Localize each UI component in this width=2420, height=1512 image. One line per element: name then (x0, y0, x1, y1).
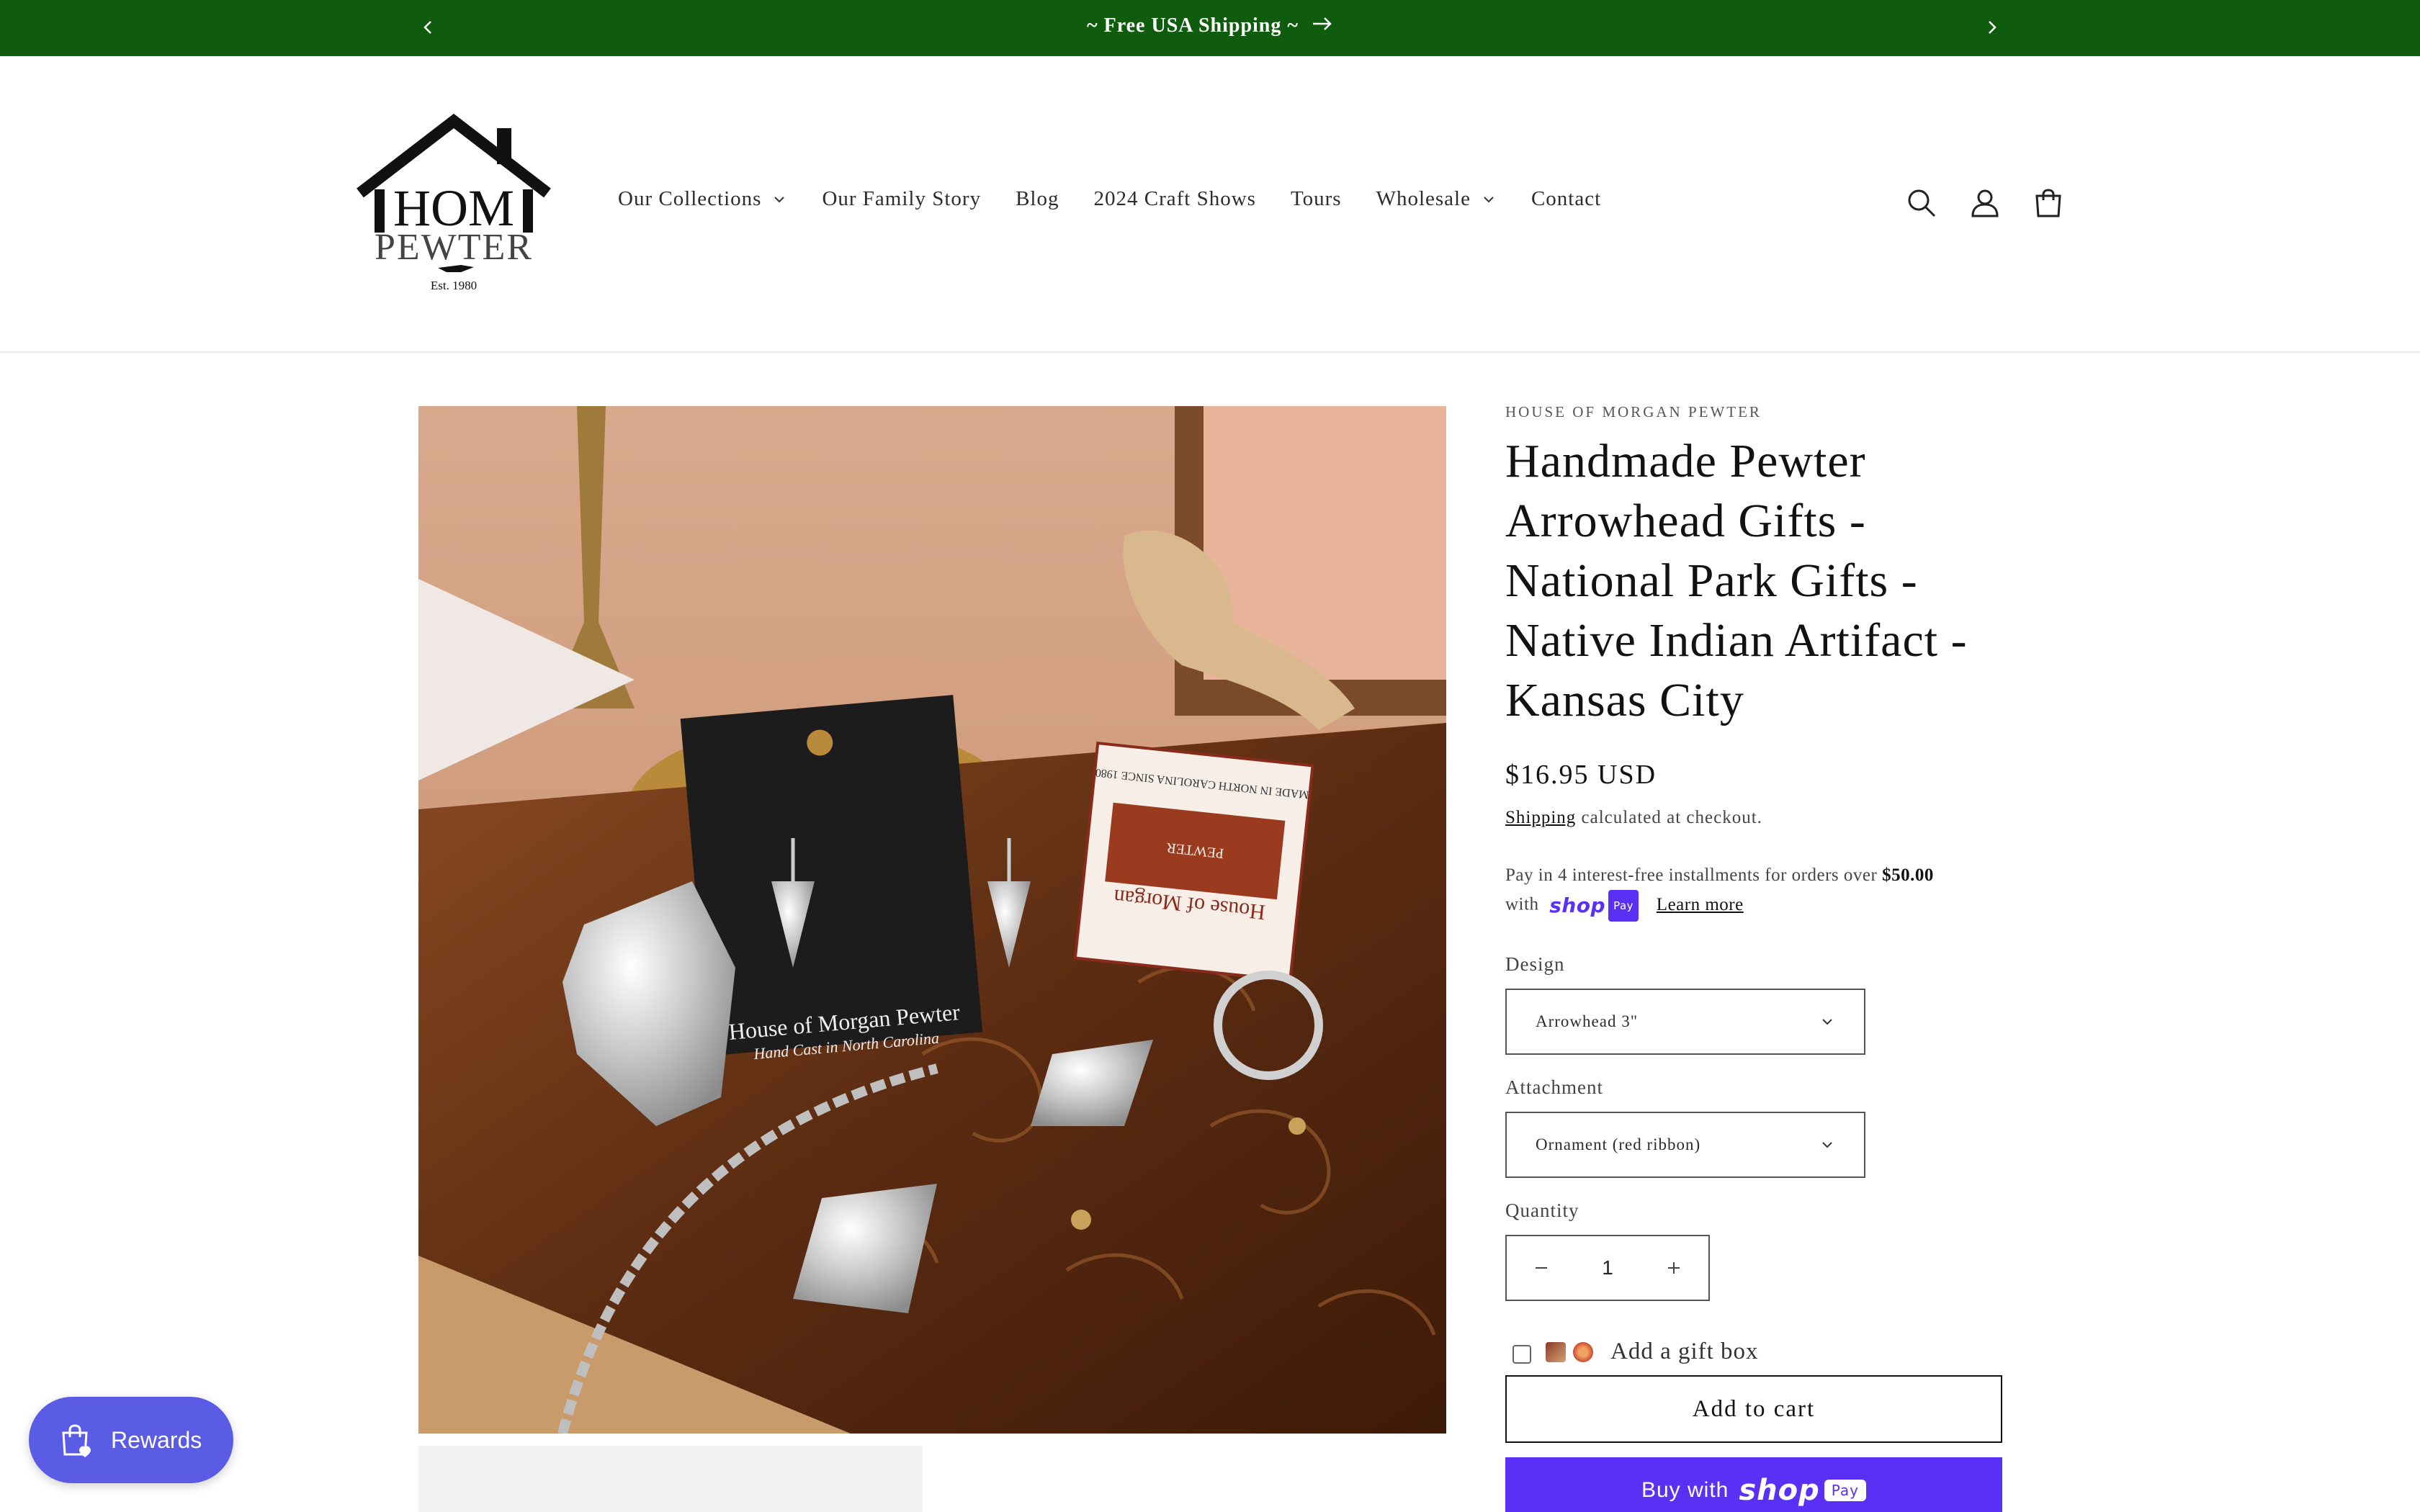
title-line: Handmade Pewter (1505, 435, 1866, 487)
learn-more-link[interactable]: Learn more (1657, 895, 1744, 914)
rewards-button[interactable]: Rewards (29, 1397, 233, 1483)
shop-pay-word: shop (1739, 1474, 1820, 1507)
buy-with-shop-pay-button[interactable]: Buy with shop Pay (1505, 1457, 2002, 1512)
title-line: Kansas City (1505, 674, 1744, 726)
quantity-label: Quantity (1505, 1200, 1579, 1221)
announcement-text: ~ Free USA Shipping ~ (1087, 14, 1299, 37)
product-image[interactable]: House of Morgan Pewter Hand Cast in Nort… (418, 406, 1446, 1434)
nav-label: Our Family Story (822, 187, 982, 210)
quantity-stepper: 1 (1505, 1235, 1710, 1301)
buy-with-label: Buy with (1641, 1478, 1729, 1502)
shipping-note-text: calculated at checkout. (1581, 808, 1762, 827)
shop-pay-badge: Pay (1608, 890, 1639, 922)
chevron-down-icon (1484, 196, 1494, 202)
title-line: Native Indian Artifact - (1505, 614, 1968, 667)
nav-craft-shows[interactable]: 2024 Craft Shows (1093, 187, 1255, 211)
main-nav: Our Collections Our Family Story Blog 20… (618, 187, 1636, 211)
chevron-right-icon[interactable] (1978, 13, 2007, 42)
installments-prefix: Pay in 4 interest-free installments for … (1505, 865, 1878, 885)
title-line: Arrowhead Gifts - (1505, 495, 1866, 547)
product-vendor: HOUSE OF MORGAN PEWTER (1505, 403, 1762, 420)
minus-icon[interactable] (1531, 1258, 1551, 1278)
announcement-link[interactable]: ~ Free USA Shipping ~ (0, 14, 2420, 37)
nav-label: Wholesale (1376, 187, 1471, 210)
product-photo: House of Morgan Pewter Hand Cast in Nort… (418, 406, 1446, 1434)
logo-text-est: Est. 1980 (431, 279, 477, 292)
nav-our-family-story[interactable]: Our Family Story (822, 187, 981, 211)
gift-box-images (1546, 1341, 1600, 1362)
installments-with: with (1505, 894, 1539, 914)
logo-text-pewter: PEWTER (375, 227, 533, 268)
site-header: HOM PEWTER Est. 1980 Our Collections Our… (0, 56, 2420, 353)
nav-our-collections[interactable]: Our Collections (618, 187, 787, 211)
plus-icon[interactable] (1664, 1258, 1684, 1278)
search-icon[interactable] (1903, 184, 1940, 222)
nav-tours[interactable]: Tours (1291, 187, 1342, 211)
design-value: Arrowhead 3" (1536, 1012, 1639, 1030)
arrow-right-icon (1312, 17, 1332, 30)
product-title: Handmade Pewter Arrowhead Gifts - Nation… (1505, 431, 2002, 730)
cart-icon[interactable] (2030, 184, 2067, 222)
nav-wholesale[interactable]: Wholesale (1376, 187, 1497, 211)
title-line: National Park Gifts - (1505, 554, 1918, 607)
shipping-note: Shipping calculated at checkout. (1505, 808, 2002, 828)
shopping-bag-heart-icon (62, 1424, 91, 1457)
rewards-label: Rewards (111, 1426, 202, 1453)
gift-icon (1573, 1341, 1593, 1362)
attachment-value: Ornament (red ribbon) (1536, 1135, 1701, 1153)
shop-pay-logo: shop Pay (1549, 890, 1639, 922)
nav-label: Contact (1531, 187, 1602, 210)
nav-label: Our Collections (618, 187, 762, 210)
add-to-cart-button[interactable]: Add to cart (1505, 1375, 2002, 1443)
product-thumbnail[interactable] (418, 1446, 923, 1512)
gift-box-thumbnail (1546, 1341, 1566, 1362)
nav-contact[interactable]: Contact (1531, 187, 1601, 211)
product-price: $16.95 USD (1505, 760, 1657, 790)
store-logo[interactable]: HOM PEWTER Est. 1980 (353, 114, 555, 294)
gift-box-label: Add a gift box (1610, 1338, 1759, 1364)
chevron-down-icon (1822, 1142, 1832, 1148)
announcement-bar: ~ Free USA Shipping ~ (0, 0, 2420, 56)
account-icon[interactable] (1966, 184, 2004, 222)
installments-banner: Pay in 4 interest-free installments for … (1505, 861, 2002, 922)
product-info: HOUSE OF MORGAN PEWTER Handmade Pewter A… (1505, 403, 2002, 1512)
quantity-input[interactable]: 1 (1602, 1256, 1613, 1279)
design-select[interactable]: Arrowhead 3" (1505, 989, 1865, 1055)
nav-blog[interactable]: Blog (1016, 187, 1059, 211)
shop-pay-word: shop (1549, 894, 1606, 917)
installments-amount: $50.00 (1882, 865, 1934, 885)
gift-box-checkbox[interactable] (1512, 1344, 1531, 1364)
nav-label: Blog (1016, 187, 1059, 210)
attachment-select[interactable]: Ornament (red ribbon) (1505, 1112, 1865, 1178)
chevron-down-icon (1822, 1019, 1832, 1025)
chevron-down-icon (774, 196, 785, 202)
shop-pay-badge: Pay (1824, 1480, 1867, 1501)
shipping-link[interactable]: Shipping (1505, 808, 1576, 827)
nav-label: Tours (1290, 187, 1342, 210)
design-label: Design (1505, 953, 1565, 975)
nav-label: 2024 Craft Shows (1093, 187, 1256, 210)
attachment-label: Attachment (1505, 1076, 1603, 1098)
gift-box-option: Add a gift box (1505, 1338, 2002, 1365)
header-icons (1903, 184, 2093, 222)
